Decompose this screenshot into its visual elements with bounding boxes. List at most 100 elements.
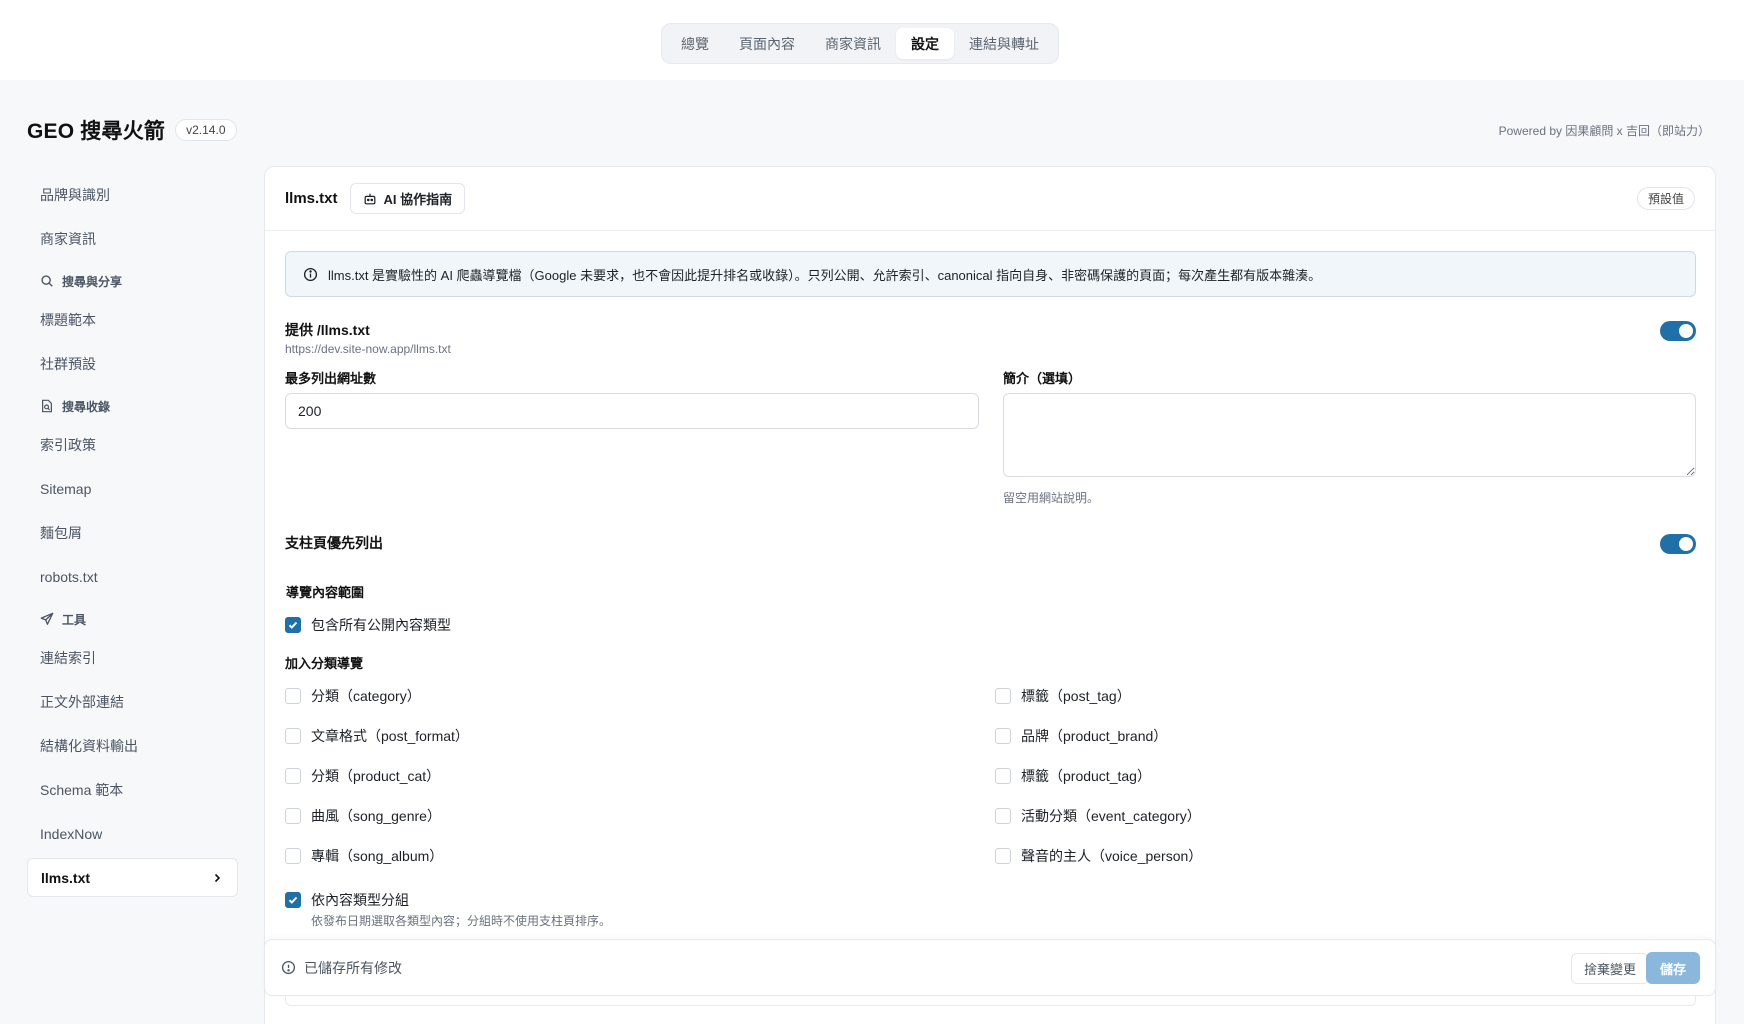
taxonomy-checkbox-song-genre[interactable]: 曲風（song_genre） [285,806,441,826]
taxonomy-label: 文章格式（post_format） [311,728,469,744]
top-bar: 總覽 頁面內容 商家資訊 設定 連結與轉址 [0,0,1744,80]
checkbox-box [995,808,1011,824]
taxonomy-label: 曲風（song_genre） [311,808,441,824]
include-all-checkbox[interactable]: 包含所有公開內容類型 [285,615,451,635]
taxonomy-label: 活動分類（event_category） [1021,808,1201,824]
robot-icon [364,193,375,204]
max-urls-input[interactable] [285,393,979,429]
chevron-right-icon [214,873,221,882]
checkbox-box [285,892,301,908]
search-icon [41,275,53,287]
sidebar-item-index-policy[interactable]: 索引政策 [27,425,238,464]
status-info-icon [281,960,296,975]
check-icon [288,896,298,904]
sidebar-section-search-share: 搜尋與分享 [27,266,238,296]
max-urls-label: 最多列出網址數 [285,371,377,386]
sidebar-item-title-templates[interactable]: 標題範本 [27,300,238,339]
taxonomy-label: 專輯（song_album） [311,848,444,864]
checkbox-box [995,728,1011,744]
sidebar-item-indexnow[interactable]: IndexNow [27,814,238,853]
sidebar-section-title: 搜尋收錄 [62,399,111,414]
sidebar-item-sitemap[interactable]: Sitemap [27,469,238,508]
taxonomy-checkbox-song-album[interactable]: 專輯（song_album） [285,846,443,866]
sidebar-item-schema-templates[interactable]: Schema 範本 [27,770,238,809]
sidebar-item-brand[interactable]: 品牌與識別 [27,175,238,214]
sidebar-item-llms[interactable]: llms.txt [27,858,238,897]
ai-guide-label: AI 協作指南 [383,192,453,207]
taxonomy-label: 品牌（product_brand） [1021,728,1168,744]
sidebar-section-title: 工具 [62,612,87,627]
save-status: 已儲存所有修改 [304,959,402,976]
taxonomy-checkbox-product-tag[interactable]: 標籤（product_tag） [995,766,1151,786]
tab-business-info[interactable]: 商家資訊 [810,28,896,59]
content-strip [285,996,1696,1006]
taxonomy-checkbox-product-cat[interactable]: 分類（product_cat） [285,766,440,786]
card-header: llms.txt AI 協作指南 預設值 [265,167,1715,231]
include-all-label: 包含所有公開內容類型 [311,617,451,633]
send-icon [40,612,54,625]
tab-links-redirects[interactable]: 連結與轉址 [954,28,1054,59]
sidebar-item-breadcrumbs[interactable]: 麵包屑 [27,513,238,552]
taxonomy-checkbox-post-format[interactable]: 文章格式（post_format） [285,726,469,746]
taxonomy-checkbox-product-brand[interactable]: 品牌（product_brand） [995,726,1167,746]
save-button[interactable]: 儲存 [1645,952,1700,984]
group-by-type-label: 依內容類型分組 [311,892,409,908]
intro-textarea[interactable] [1003,393,1696,477]
sidebar: 品牌與識別 商家資訊 搜尋與分享 標題範本 社群預設 搜尋收錄 索引政策 Sit… [27,175,238,902]
pillar-first-toggle[interactable] [1660,534,1696,554]
checkbox-box [285,808,301,824]
top-tabs: 總覽 頁面內容 商家資訊 設定 連結與轉址 [661,23,1059,64]
taxonomy-checkbox-category[interactable]: 分類（category） [285,686,421,706]
sidebar-item-business-info[interactable]: 商家資訊 [27,219,238,258]
settings-card: llms.txt AI 協作指南 預設值 llms.txt 是實驗性的 AI 爬… [264,166,1716,1024]
serve-url: https://dev.site-now.app/llms.txt [285,342,451,356]
default-values-button[interactable]: 預設值 [1636,187,1695,210]
tab-settings[interactable]: 設定 [896,28,954,59]
sidebar-item-robots[interactable]: robots.txt [27,557,238,596]
brand-title: GEO 搜尋火箭 [27,120,166,143]
brand: GEO 搜尋火箭 v2.14.0 [27,115,237,145]
checkbox-box [285,688,301,704]
tab-overview[interactable]: 總覽 [666,28,724,59]
checkbox-box [995,768,1011,784]
info-icon [303,267,318,281]
taxonomy-label: 聲音的主人（voice_person） [1021,848,1203,864]
taxonomy-label: 標籤（post_tag） [1021,688,1131,704]
sidebar-item-social-defaults[interactable]: 社群預設 [27,344,238,383]
taxonomy-checkbox-event-category[interactable]: 活動分類（event_category） [995,806,1201,826]
ai-guide-button[interactable]: AI 協作指南 [349,183,466,214]
sidebar-section-indexing: 搜尋收錄 [27,391,238,421]
page-title: llms.txt [285,190,338,207]
checkbox-box [995,848,1011,864]
discard-button[interactable]: 捨棄變更 [1570,953,1649,984]
notice-text: llms.txt 是實驗性的 AI 爬蟲導覽檔（Google 未要求，也不會因此… [328,267,1322,283]
taxonomy-label: 分類（category） [311,688,421,704]
info-notice: llms.txt 是實驗性的 AI 爬蟲導覽檔（Google 未要求，也不會因此… [285,251,1696,297]
version-badge: v2.14.0 [175,119,237,141]
sidebar-item-link-index[interactable]: 連結索引 [27,638,238,677]
checkbox-box [285,617,301,633]
checkbox-box [285,848,301,864]
serve-toggle[interactable] [1660,321,1696,341]
checkbox-box [285,768,301,784]
taxonomy-checkbox-post-tag[interactable]: 標籤（post_tag） [995,686,1131,706]
group-by-type-hint: 依發布日期選取各類型內容；分組時不使用支柱頁排序。 [311,914,612,928]
group-by-type-checkbox[interactable]: 依內容類型分組 [285,890,409,910]
sidebar-item-label: llms.txt [41,869,91,886]
intro-hint: 留空用網站說明。 [1003,491,1100,505]
serve-label: 提供 /llms.txt [285,322,370,338]
sidebar-section-title: 搜尋與分享 [62,274,123,289]
save-footer: 已儲存所有修改 捨棄變更 儲存 [264,939,1716,996]
sidebar-item-external-links[interactable]: 正文外部連結 [27,682,238,721]
sidebar-section-tools: 工具 [27,604,238,634]
intro-label: 簡介（選填） [1003,371,1082,386]
taxonomy-checkbox-voice-person[interactable]: 聲音的主人（voice_person） [995,846,1202,866]
taxonomies-label: 加入分類導覽 [285,656,364,671]
taxonomy-label: 分類（product_cat） [311,768,441,784]
taxonomy-label: 標籤（product_tag） [1021,768,1151,784]
document-search-icon [42,399,52,413]
sidebar-item-structured-data[interactable]: 結構化資料輸出 [27,726,238,765]
tab-page-content[interactable]: 頁面內容 [724,28,810,59]
pillar-first-label: 支柱頁優先列出 [285,535,383,551]
checkbox-box [285,728,301,744]
